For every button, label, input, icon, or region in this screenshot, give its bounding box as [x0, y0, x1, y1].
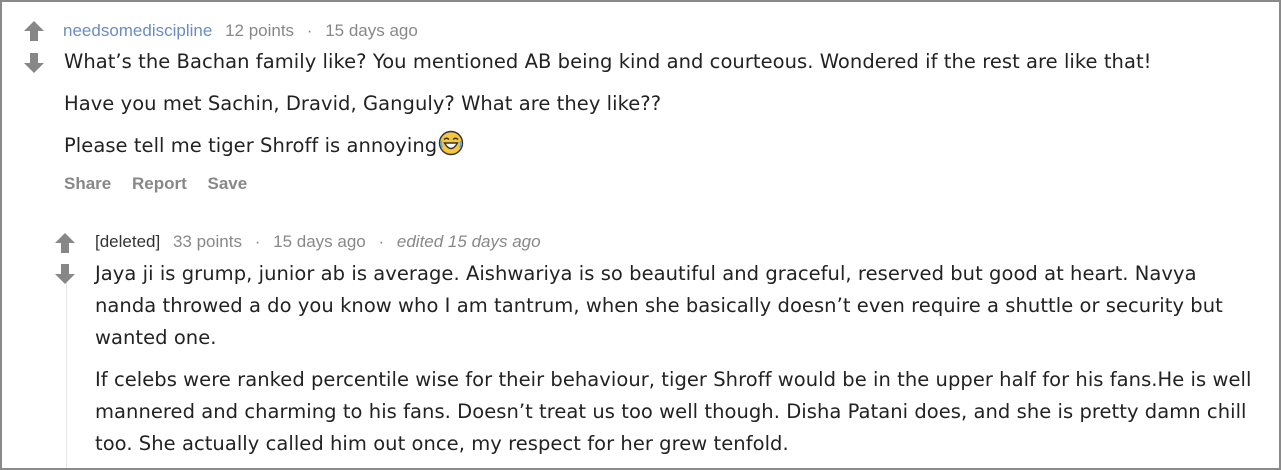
comment-paragraph: Please tell me tiger Shroff is annoying	[64, 130, 1254, 166]
comment-body: What’s the Bachan family like? You menti…	[64, 46, 1254, 166]
comment-tagline: needsomediscipline 12 points · 15 days a…	[63, 21, 418, 41]
points-count: 33 points	[172, 232, 242, 251]
edited-timestamp: edited 15 days ago	[396, 232, 541, 251]
comment-body: Jaya ji is grump, junior ab is average. …	[95, 258, 1257, 460]
save-button[interactable]: Save	[208, 174, 248, 193]
upvote-arrow-icon[interactable]	[53, 232, 77, 254]
comment-paragraph-text: Please tell me tiger Shroff is annoying	[64, 134, 438, 157]
separator-dot: ·	[254, 232, 261, 251]
comment-paragraph: If celebs were ranked percentile wise fo…	[95, 368, 1252, 455]
comment-parent: needsomediscipline 12 points · 15 days a…	[2, 2, 1279, 212]
share-button[interactable]: Share	[64, 174, 111, 193]
comment-paragraph: What’s the Bachan family like? You menti…	[64, 50, 1152, 73]
comment-paragraph: Have you met Sachin, Dravid, Ganguly? Wh…	[64, 92, 662, 115]
downvote-arrow-icon[interactable]	[22, 52, 46, 74]
upvote-arrow-icon[interactable]	[22, 20, 46, 42]
timestamp: 15 days ago	[325, 21, 418, 40]
separator-dot: ·	[306, 21, 313, 40]
comment-tagline: [deleted] 33 points · 15 days ago · edit…	[95, 232, 541, 252]
comment-actions: Share Report Save	[64, 174, 263, 194]
points-count: 12 points	[225, 21, 295, 40]
timestamp: 15 days ago	[273, 232, 366, 251]
laughing-face-emoji-icon	[438, 130, 464, 166]
downvote-arrow-icon[interactable]	[53, 263, 77, 285]
report-button[interactable]: Report	[132, 174, 187, 193]
comment-paragraph: Jaya ji is grump, junior ab is average. …	[95, 262, 1223, 349]
comment-thread: needsomediscipline 12 points · 15 days a…	[0, 0, 1281, 470]
author-link[interactable]: needsomediscipline	[63, 21, 212, 40]
author-deleted: [deleted]	[95, 232, 161, 251]
comment-child: [deleted] 33 points · 15 days ago · edit…	[2, 212, 1279, 468]
separator-dot: ·	[378, 232, 385, 251]
